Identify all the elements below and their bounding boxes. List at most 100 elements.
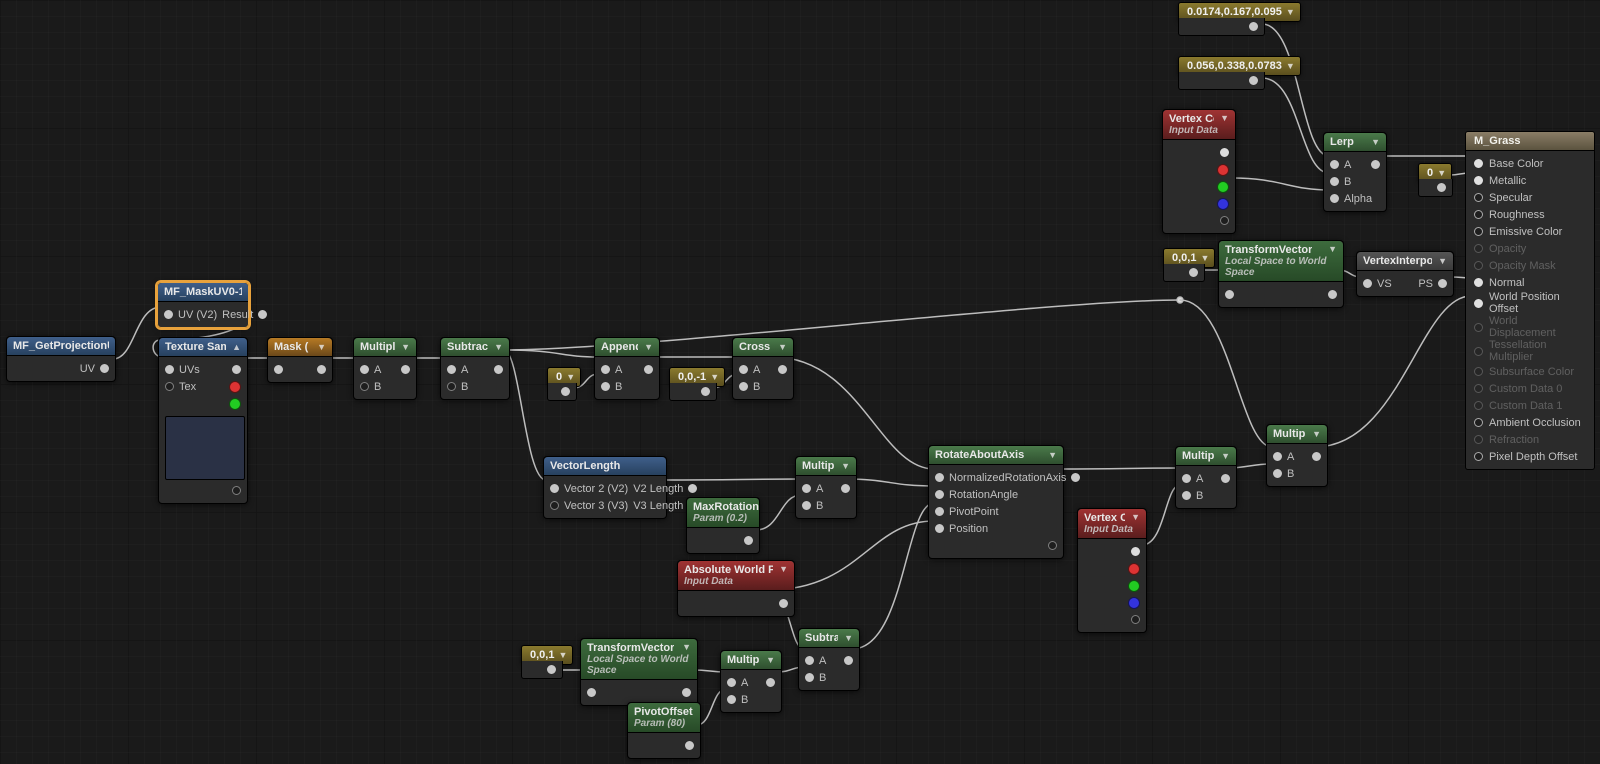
material-input-pin[interactable] <box>1474 176 1483 185</box>
input-pin-a[interactable] <box>1273 452 1282 461</box>
output-pin-v2[interactable] <box>688 484 697 493</box>
input-pin-b[interactable] <box>727 695 736 704</box>
node-subtract-2[interactable]: Subtract▼ A B <box>798 628 860 691</box>
material-pin-ambient-occlusion[interactable]: Ambient Occlusion <box>1474 414 1586 431</box>
material-input-pin[interactable] <box>1474 193 1483 202</box>
output-pin[interactable] <box>685 741 694 750</box>
output-pin[interactable] <box>100 364 109 373</box>
input-pin-a[interactable] <box>805 656 814 665</box>
input-pin-v3[interactable] <box>550 501 559 510</box>
node-absolute-world-position[interactable]: Absolute World Position▼ Input Data <box>677 560 795 617</box>
node-cross[interactable]: Cross▼ A B <box>732 337 794 400</box>
input-pin-a[interactable] <box>447 365 456 374</box>
output-pin-white[interactable] <box>1131 547 1140 556</box>
node-multiply-2[interactable]: Multiply(,2)▼ A B <box>353 337 417 400</box>
input-pin[interactable] <box>164 310 173 319</box>
output-pin[interactable] <box>1221 474 1230 483</box>
node-append[interactable]: Append▼ A B <box>594 337 660 400</box>
material-input-pin[interactable] <box>1474 227 1483 236</box>
input-pin-a[interactable] <box>360 365 369 374</box>
output-pin-r[interactable] <box>229 381 241 393</box>
input-pin-a[interactable] <box>601 365 610 374</box>
output-pin[interactable] <box>317 365 326 374</box>
node-transform-vector-1[interactable]: TransformVector▼ Local Space to World Sp… <box>580 638 698 706</box>
output-pin[interactable] <box>1071 473 1080 482</box>
input-pin-b[interactable] <box>1182 491 1191 500</box>
material-pin-specular[interactable]: Specular <box>1474 189 1586 206</box>
output-pin[interactable] <box>744 536 753 545</box>
input-pin-alpha[interactable] <box>1330 194 1339 203</box>
material-input-pin[interactable] <box>1474 299 1483 308</box>
output-pin[interactable] <box>779 599 788 608</box>
material-input-pin[interactable] <box>1474 210 1483 219</box>
input-pin[interactable] <box>587 688 596 697</box>
output-pin[interactable] <box>778 365 787 374</box>
material-input-pin[interactable] <box>1474 418 1483 427</box>
output-pin[interactable] <box>682 688 691 697</box>
output-pin[interactable] <box>701 387 710 396</box>
input-pin-axis[interactable] <box>935 473 944 482</box>
input-pin-b[interactable] <box>601 382 610 391</box>
node-pivot-offset[interactable]: PivotOffset Param (80) <box>627 702 701 759</box>
output-pin-rgb[interactable] <box>232 365 241 374</box>
output-pin[interactable] <box>644 365 653 374</box>
output-pin-a[interactable] <box>1220 216 1229 225</box>
output-pin[interactable] <box>1371 160 1380 169</box>
input-pin-b[interactable] <box>1330 177 1339 186</box>
output-pin-b[interactable] <box>1128 597 1140 609</box>
output-pin-r[interactable] <box>1217 164 1229 176</box>
material-pin-normal[interactable]: Normal <box>1474 274 1586 291</box>
input-pin-angle[interactable] <box>935 490 944 499</box>
node-vertex-color-1[interactable]: Vertex Color▼ Input Data <box>1077 508 1147 633</box>
output-pin[interactable] <box>841 484 850 493</box>
output-pin[interactable] <box>1249 76 1258 85</box>
node-mask-uv[interactable]: MF_MaskUV0-1 UV (V2) Result <box>157 282 249 328</box>
output-pin-r[interactable] <box>1128 563 1140 575</box>
output-pin-b[interactable] <box>1217 198 1229 210</box>
input-pin-a[interactable] <box>1182 474 1191 483</box>
output-pin-a[interactable] <box>1131 615 1140 624</box>
output-pin[interactable] <box>1437 183 1446 192</box>
node-rotate-about-axis[interactable]: RotateAboutAxis▼ NormalizedRotationAxis … <box>928 445 1064 559</box>
output-pin-white[interactable] <box>1220 148 1229 157</box>
output-pin-a[interactable] <box>232 486 241 495</box>
node-mask-rg[interactable]: Mask ( R G )▼ <box>267 337 333 383</box>
node-vertex-color-2[interactable]: Vertex Color▼ Input Data <box>1162 109 1236 234</box>
input-pin-b[interactable] <box>739 382 748 391</box>
input-pin-b[interactable] <box>805 673 814 682</box>
material-pin-metallic[interactable]: Metallic <box>1474 172 1586 189</box>
output-pin[interactable] <box>1189 268 1198 277</box>
input-pin-a[interactable] <box>1330 160 1339 169</box>
output-pin[interactable] <box>258 310 267 319</box>
material-output[interactable]: M_Grass Base ColorMetallicSpecularRoughn… <box>1465 131 1595 470</box>
input-pin-vs[interactable] <box>1363 279 1372 288</box>
output-pin[interactable] <box>494 365 503 374</box>
input-pin-b[interactable] <box>802 501 811 510</box>
material-input-pin[interactable] <box>1474 159 1483 168</box>
input-pin-tex[interactable] <box>165 382 174 391</box>
output-pin[interactable] <box>766 678 775 687</box>
input-pin[interactable] <box>1225 290 1234 299</box>
output-pin-g[interactable] <box>1128 580 1140 592</box>
material-pin-pixel-depth-offset[interactable]: Pixel Depth Offset <box>1474 448 1586 465</box>
output-pin[interactable] <box>844 656 853 665</box>
output-pin[interactable] <box>561 387 570 396</box>
input-pin-a[interactable] <box>727 678 736 687</box>
material-pin-world-position-offset[interactable]: World Position Offset <box>1474 291 1586 315</box>
node-multiply-a[interactable]: Multiply▼ A B <box>795 456 857 519</box>
node-multiply-c[interactable]: Multiply▼ A B <box>1175 446 1237 509</box>
node-lerp[interactable]: Lerp▼ A B Alpha <box>1323 132 1387 212</box>
output-pin[interactable] <box>401 365 410 374</box>
node-texture-sample[interactable]: Texture Sample▲ UVs Tex <box>158 337 248 504</box>
material-input-pin[interactable] <box>1474 278 1483 287</box>
output-pin-g[interactable] <box>229 398 241 410</box>
input-pin-b[interactable] <box>1273 469 1282 478</box>
input-pin-b[interactable] <box>360 382 369 391</box>
input-pin-a[interactable] <box>802 484 811 493</box>
output-pin-ps[interactable] <box>1438 279 1447 288</box>
material-pin-base-color[interactable]: Base Color <box>1474 155 1586 172</box>
input-pin[interactable] <box>274 365 283 374</box>
material-pin-roughness[interactable]: Roughness <box>1474 206 1586 223</box>
node-transform-vector-2[interactable]: TransformVector▼ Local Space to World Sp… <box>1218 240 1344 308</box>
input-pin-v2[interactable] <box>550 484 559 493</box>
